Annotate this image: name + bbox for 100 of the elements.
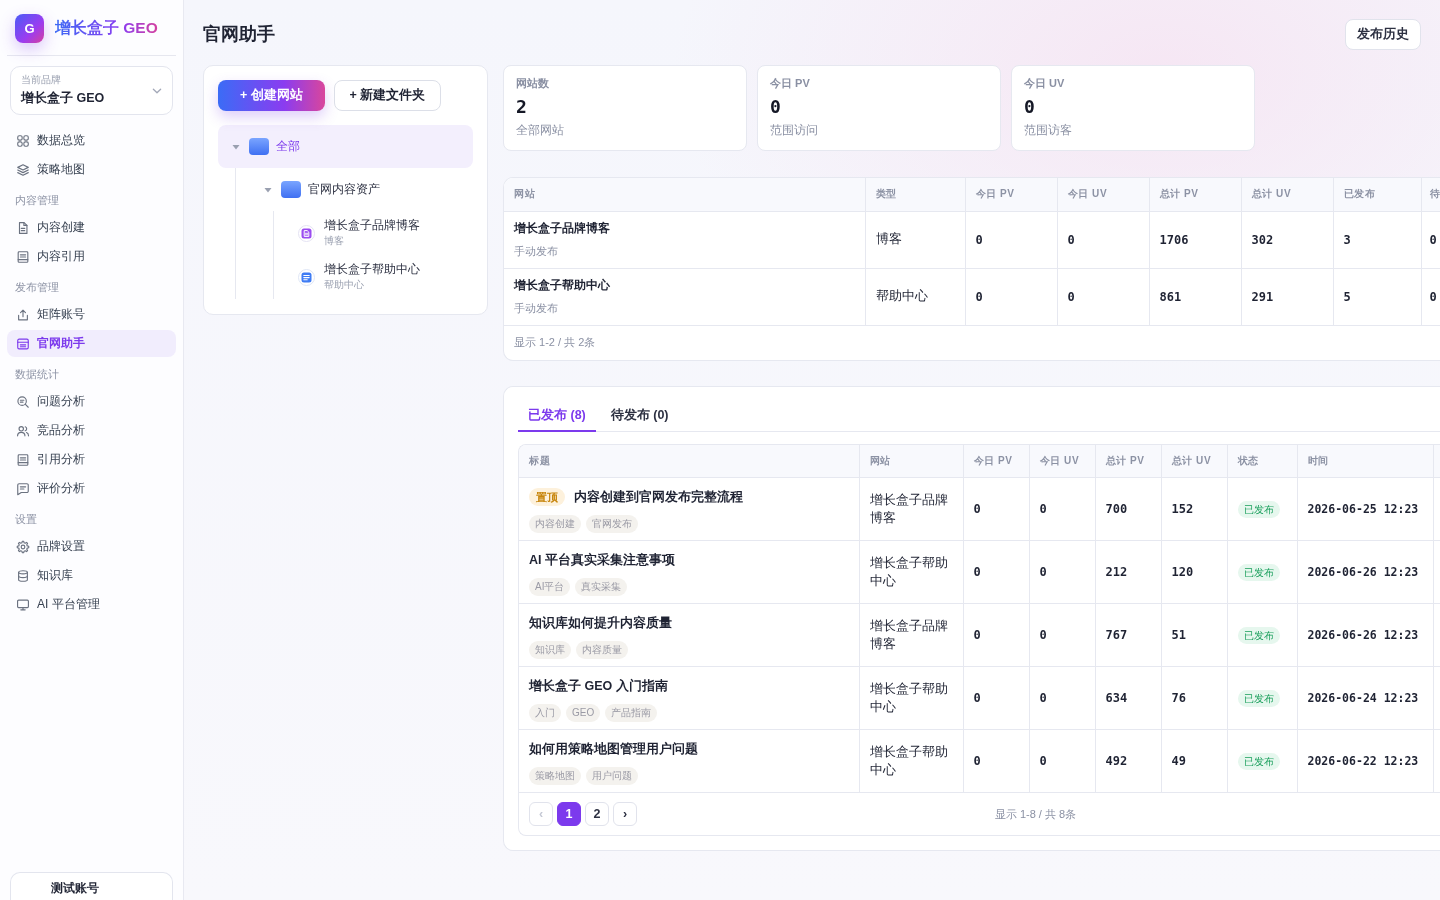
folder-icon <box>249 138 269 155</box>
list-icon <box>298 268 315 286</box>
table-cell: 291 <box>1241 268 1333 325</box>
table-cell: 0 <box>1421 268 1440 325</box>
table-cell: 861 <box>1149 268 1241 325</box>
status-pill: 已发布 <box>1237 564 1280 581</box>
column-header: 已发布 <box>1333 178 1421 211</box>
nav-item[interactable]: 引用分析 <box>7 446 176 473</box>
nav-item[interactable]: 内容创建 <box>7 214 176 241</box>
tree-item[interactable]: 官网内容资产 <box>250 168 473 211</box>
nav-item[interactable]: AI 平台管理 <box>7 591 176 618</box>
table-cell: 120 <box>1161 540 1227 604</box>
table-cell: 0 <box>1029 603 1095 667</box>
page-title: 官网助手 <box>203 23 275 46</box>
caret-icon[interactable] <box>264 185 272 194</box>
magnifier-icon <box>16 394 30 409</box>
column-header: 今日 UV <box>1029 444 1095 478</box>
nav-item[interactable]: 品牌设置 <box>7 533 176 560</box>
table-cell: 0 <box>1029 666 1095 730</box>
tag: GEO <box>566 704 601 722</box>
table-cell: 634 <box>1095 666 1161 730</box>
table-cell: 2026-06-26 12:23 <box>1297 540 1433 604</box>
table-cell: 0 <box>1029 729 1095 793</box>
post-title[interactable]: 内容创建到官网发布完整流程 <box>574 488 743 506</box>
table-cell: 0 <box>963 477 1029 541</box>
table-cell: 增长盒子品牌博客 <box>859 603 963 667</box>
site-name[interactable]: 增长盒子品牌博客 <box>514 220 610 237</box>
column-header: 今日 UV <box>1057 178 1149 211</box>
tag: 产品指南 <box>605 704 658 722</box>
table-summary: 显示 1-2 / 共 2条 <box>514 335 596 350</box>
table-cell: 增长盒子帮助中心 <box>859 729 963 793</box>
monitor-icon <box>16 597 30 612</box>
publish-mode: 手动发布 <box>514 301 558 316</box>
column-header: 今日 PV <box>963 444 1029 478</box>
table-cell: 0 <box>1421 211 1440 268</box>
nav-item[interactable]: 数据总览 <box>7 127 176 154</box>
history-button[interactable]: 发布历史 <box>1345 18 1421 50</box>
users-icon <box>16 423 30 438</box>
document-icon <box>16 452 30 467</box>
site-type: 博客 <box>324 235 345 248</box>
nav-item[interactable]: 评价分析 <box>7 475 176 502</box>
page-button[interactable]: 1 <box>557 802 581 826</box>
table-cell: 0 <box>1029 540 1095 604</box>
post-title[interactable]: 如何用策略地图管理用户问题 <box>529 740 698 758</box>
stat-value: 0 <box>1024 95 1035 119</box>
nav-item[interactable]: 策略地图 <box>7 156 176 183</box>
create-site-button[interactable]: + 创建网站 <box>218 80 325 111</box>
tree-item[interactable]: 全部 <box>218 125 473 168</box>
column-header: 总计 UV <box>1161 444 1227 478</box>
tag: AI平台 <box>529 578 571 596</box>
table-cell: 0 <box>1029 477 1095 541</box>
column-header: 网站 <box>859 444 963 478</box>
post-title[interactable]: 增长盒子 GEO 入门指南 <box>529 677 668 695</box>
column-header: 总计 UV <box>1241 178 1333 211</box>
next-page-button[interactable]: › <box>613 802 637 826</box>
new-folder-button[interactable]: + 新建文件夹 <box>334 80 441 111</box>
tab[interactable]: 待发布 (0) <box>600 400 679 432</box>
tag: 内容质量 <box>576 641 628 659</box>
table-cell: 0 <box>963 729 1029 793</box>
app-title: 增长盒子 GEO <box>55 18 158 39</box>
table-cell: 2026-06-24 12:23 <box>1297 666 1433 730</box>
column-header: 类型 <box>865 178 965 211</box>
table-cell: 3 <box>1333 211 1421 268</box>
account-card[interactable]: 测试账号 <box>10 872 173 900</box>
brand-select-value: 增长盒子 GEO <box>21 90 105 107</box>
grid-icon <box>16 133 30 148</box>
nav-item[interactable]: 内容引用 <box>7 243 176 270</box>
nav-item[interactable]: 矩阵账号 <box>7 301 176 328</box>
table-cell: 0 <box>1057 268 1149 325</box>
nav-item[interactable]: 竞品分析 <box>7 417 176 444</box>
column-header: 总计 PV <box>1095 444 1161 478</box>
caret-icon[interactable] <box>232 142 240 151</box>
window-icon <box>16 336 30 351</box>
tag: 用户问题 <box>586 767 638 785</box>
tree-item[interactable]: 增长盒子帮助中心 帮助中心 <box>284 255 473 299</box>
table-cell: 2026-06-26 12:23 <box>1297 603 1433 667</box>
nav-item[interactable]: 问题分析 <box>7 388 176 415</box>
site-type: 帮助中心 <box>324 279 365 292</box>
column-header: 今日 PV <box>965 178 1057 211</box>
tree-item[interactable]: 增长盒子品牌博客 博客 <box>284 211 473 255</box>
table-cell: 76 <box>1161 666 1227 730</box>
document-icon <box>298 224 315 242</box>
post-title[interactable]: 知识库如何提升内容质量 <box>529 614 672 632</box>
nav-item[interactable]: 知识库 <box>7 562 176 589</box>
tab[interactable]: 已发布 (8) <box>518 400 596 432</box>
status-pill: 已发布 <box>1237 690 1280 707</box>
table-cell: 0 <box>963 540 1029 604</box>
status-pill: 已发布 <box>1237 753 1280 770</box>
table-cell: 0 <box>965 268 1057 325</box>
table-cell: 0 <box>963 603 1029 667</box>
table-cell: 增长盒子品牌博客 <box>859 477 963 541</box>
table-cell: 212 <box>1095 540 1161 604</box>
stat-label: 网站数 <box>516 77 549 89</box>
site-name[interactable]: 增长盒子帮助中心 <box>514 277 610 294</box>
nav-item[interactable]: 官网助手 <box>7 330 176 357</box>
table-cell: 5 <box>1333 268 1421 325</box>
nav-section-heading: 发布管理 <box>14 280 60 295</box>
post-title[interactable]: AI 平台真实采集注意事项 <box>529 551 675 569</box>
page-button[interactable]: 2 <box>585 802 609 826</box>
brand-select[interactable]: 当前品牌 增长盒子 GEO <box>10 66 173 115</box>
